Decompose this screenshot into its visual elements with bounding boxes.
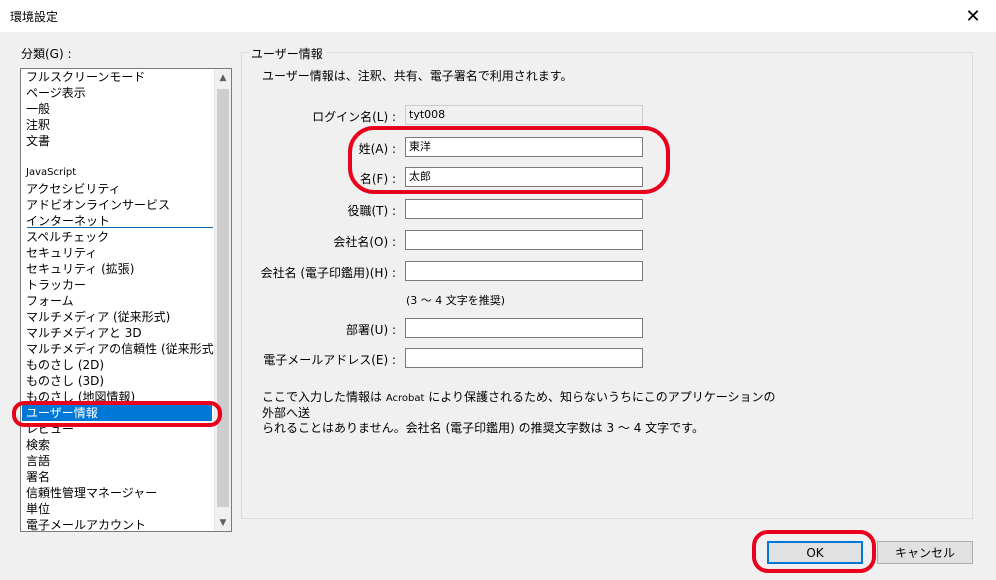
category-item[interactable]: JavaScript: [22, 165, 212, 181]
category-item[interactable]: アドビオンラインサービス: [22, 197, 212, 213]
login-name-field: tyt008: [405, 105, 643, 125]
category-item[interactable]: 文書: [22, 133, 212, 149]
window-title: 環境設定: [10, 10, 59, 24]
scroll-thumb[interactable]: [217, 89, 229, 507]
selected-category-highlight: [12, 401, 222, 427]
field-label: 役職(T) :: [347, 204, 396, 218]
field-label: ログイン名(L) :: [312, 110, 396, 124]
category-item[interactable]: 検索: [22, 437, 212, 453]
category-item[interactable]: セキュリティ (拡張): [22, 261, 212, 277]
category-item[interactable]: ページ表示: [22, 85, 212, 101]
category-list[interactable]: フルスクリーンモード ページ表示 一般 注釈 文書 JavaScript アクセシビリティア…: [20, 68, 232, 532]
category-item[interactable]: フォーム: [22, 293, 212, 309]
category-item[interactable]: 注釈: [22, 117, 212, 133]
close-icon[interactable]: ✕: [950, 0, 996, 32]
user-info-description: ユーザー情報は、注釈、共有、電子署名で利用されます。: [262, 69, 573, 83]
scroll-up-icon[interactable]: ▲: [215, 69, 231, 86]
scroll-down-icon[interactable]: ▼: [215, 514, 231, 531]
text-field[interactable]: [405, 230, 643, 250]
category-item[interactable]: 署名: [22, 469, 212, 485]
category-scrollbar[interactable]: ▲ ▼: [214, 69, 231, 531]
category-item[interactable]: マルチメディア (従来形式): [22, 309, 212, 325]
field-label: 部署(U) :: [345, 323, 396, 337]
privacy-note: ここで入力した情報は Acrobat により保護されるため、知らないうちにこのア…: [262, 390, 782, 436]
text-field[interactable]: [405, 348, 643, 368]
privacy-note-line2: られることはありません。会社名 (電子印鑑用) の推奨文字数は 3 ～ 4 文字…: [262, 421, 704, 435]
category-item[interactable]: 言語: [22, 453, 212, 469]
privacy-note-app-name: Acrobat: [385, 393, 425, 404]
privacy-note-text-a: ここで入力した情報は: [262, 390, 386, 404]
category-label: 分類(G) :: [21, 47, 72, 61]
category-item[interactable]: 一般: [22, 101, 212, 117]
name-fields-highlight: [348, 126, 670, 194]
user-info-group-title: ユーザー情報: [248, 45, 326, 62]
ok-button-highlight: [752, 530, 876, 573]
category-item[interactable]: 電子メールアカウント: [22, 517, 212, 531]
category-item[interactable]: 単位: [22, 501, 212, 517]
text-field[interactable]: [405, 199, 643, 219]
category-item[interactable]: セキュリティ: [22, 245, 212, 261]
category-item[interactable]: ものさし (2D): [22, 357, 212, 373]
category-item[interactable]: フルスクリーンモード: [22, 69, 212, 85]
title-bar: 環境設定 ✕: [0, 0, 996, 33]
field-label: 電子メールアドレス(E) :: [263, 353, 396, 367]
field-label: 会社名 (電子印鑑用)(H) :: [260, 266, 396, 280]
category-separator: [27, 227, 213, 228]
category-item[interactable]: トラッカー: [22, 277, 212, 293]
category-item[interactable]: マルチメディアと 3D: [22, 325, 212, 341]
category-item[interactable]: アクセシビリティ: [22, 181, 212, 197]
text-field[interactable]: [405, 318, 643, 338]
category-item[interactable]: 信頼性管理マネージャー: [22, 485, 212, 501]
company-stamp-hint: (3 ～ 4 文字を推奨): [406, 294, 506, 307]
category-item[interactable]: マルチメディアの信頼性 (従来形式): [22, 341, 218, 357]
field-label: 会社名(O) :: [333, 235, 396, 249]
category-item[interactable]: ものさし (3D): [22, 373, 212, 389]
cancel-button[interactable]: キャンセル: [877, 541, 973, 564]
category-item[interactable]: スペルチェック: [22, 229, 212, 245]
text-field[interactable]: [405, 261, 643, 281]
